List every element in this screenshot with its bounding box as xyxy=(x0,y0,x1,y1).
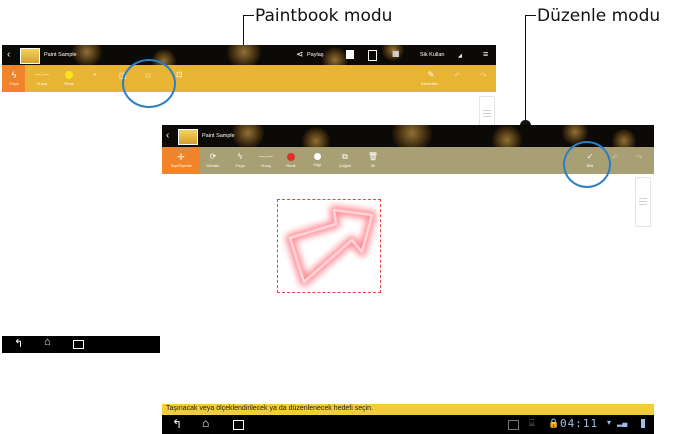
editmode-title: Paint Sample xyxy=(202,133,235,139)
paintbook-toolbar: ϟ Fırça —:— Vuruş Renk ✦ ◫ ⧉ ⊡ ✎ Düzenle… xyxy=(2,65,496,92)
color-swatch-icon xyxy=(65,71,73,79)
redo-icon[interactable]: ↷ xyxy=(480,71,487,80)
undo-icon[interactable]: ↶ xyxy=(454,71,461,80)
stroke-label: Vuruş xyxy=(36,81,48,86)
bokeh-light xyxy=(302,127,330,147)
trash-icon: 🗑 xyxy=(367,152,379,161)
signal-icon: ▂▄ xyxy=(617,420,628,427)
insert-image-icon[interactable]: ⊡ xyxy=(176,70,183,79)
move-scale-label: Taşı/Ölçekle xyxy=(170,163,192,168)
color-swatch-icon xyxy=(287,153,295,161)
selection-box[interactable] xyxy=(277,199,381,293)
redo-icon[interactable]: ↷ xyxy=(636,153,643,162)
stroke-size-icon: —:— xyxy=(259,154,273,160)
system-navigation-bar: ↰ ⌂ ⌸ 🔒 04:11 ▾ ▂▄ xyxy=(162,415,654,434)
rotate-icon: ⟳ xyxy=(209,152,217,161)
scroll-handle[interactable] xyxy=(635,177,651,227)
scroll-handle[interactable] xyxy=(479,96,495,128)
back-nav-icon[interactable]: ↰ xyxy=(172,417,182,431)
grid-view-icon[interactable]: ▦ xyxy=(392,49,400,58)
highlight-circle-insert xyxy=(122,59,176,108)
eraser-icon[interactable]: ✦ xyxy=(92,71,98,79)
export-icon[interactable] xyxy=(346,50,354,59)
dropdown-icon[interactable]: ◢ xyxy=(458,53,462,59)
stroke-size-icon: —:— xyxy=(35,72,49,78)
clock: 04:11 xyxy=(560,417,599,430)
rotate-tool[interactable]: ⟳ Döndür xyxy=(204,152,222,168)
share-icon[interactable]: ⋖ xyxy=(296,49,304,60)
lock-icon: 🔒 xyxy=(548,418,560,428)
bokeh-light xyxy=(232,125,264,147)
page-settings-icon[interactable] xyxy=(368,50,377,61)
status-message: Taşınacak veya ölçeklendirilecek ya da d… xyxy=(166,405,374,412)
bokeh-light xyxy=(492,125,522,147)
callout-edit-line-h xyxy=(525,15,536,16)
bokeh-light xyxy=(392,125,432,147)
paintbook-title-bar: ‹ Paint Sample ⋖ Paylaş ▦ Sik Kullan ◢ ≡ xyxy=(2,45,496,65)
move-scale-tool[interactable]: ✛ Taşı/Ölçekle xyxy=(164,152,198,168)
callout-paintbook-line-h xyxy=(243,15,254,16)
brush-icon: ϟ xyxy=(237,152,243,161)
overflow-menu-icon[interactable]: ≡ xyxy=(483,49,488,59)
eraser-label: Silgi xyxy=(313,162,321,167)
stroke-tool[interactable]: —:— Vuruş xyxy=(257,152,275,168)
color-tool[interactable]: Renk xyxy=(283,152,299,168)
move-arrows-icon: ✛ xyxy=(177,152,185,162)
bokeh-light xyxy=(612,129,636,147)
stroke-tool[interactable]: —:— Vuruş xyxy=(33,70,51,86)
battery-icon xyxy=(641,419,645,428)
back-icon[interactable]: ‹ xyxy=(166,130,169,142)
callout-edit-mode: Düzenle modu xyxy=(537,6,661,26)
recent-apps-icon[interactable] xyxy=(73,340,84,349)
delete-label: Sil xyxy=(370,163,376,168)
eraser-tool[interactable]: Silgi xyxy=(309,152,325,167)
color-label: Renk xyxy=(64,81,74,86)
brush-label: Fırça xyxy=(235,163,245,168)
delete-tool[interactable]: 🗑 Sil xyxy=(366,152,380,168)
edit-mode-button[interactable]: ✎ Düzenleh... xyxy=(418,70,444,86)
arrow-drawing xyxy=(285,205,377,287)
recent-apps-icon[interactable] xyxy=(233,420,244,430)
notebook-thumbnail-icon xyxy=(20,48,40,64)
user-menu-button[interactable]: Sik Kullan xyxy=(420,52,444,58)
edit-mode-label: Düzenleh... xyxy=(420,81,442,86)
bokeh-light xyxy=(227,45,261,65)
share-button[interactable]: Paylaş xyxy=(307,52,324,58)
duplicate-icon: ⧉ xyxy=(342,152,348,161)
brush-icon: ϟ xyxy=(11,70,17,80)
status-message-bar: Taşınacak veya ölçeklendirilecek ya da d… xyxy=(162,404,654,415)
duplicate-tool[interactable]: ⧉ Çoğalt xyxy=(336,152,354,168)
undo-icon[interactable]: ↶ xyxy=(612,153,619,162)
wifi-icon: ▾ xyxy=(607,418,612,427)
back-nav-icon[interactable]: ↰ xyxy=(14,337,23,350)
eraser-icon xyxy=(313,153,321,160)
home-nav-icon[interactable]: ⌂ xyxy=(202,416,209,430)
paintbook-title: Paint Sample xyxy=(44,52,77,58)
edit-pencil-icon: ✎ xyxy=(427,70,435,79)
rotate-label: Döndür xyxy=(206,163,220,168)
color-label: Renk xyxy=(286,163,296,168)
stroke-label: Vuruş xyxy=(260,163,272,168)
keyboard-icon: ⌸ xyxy=(529,418,535,428)
back-icon[interactable]: ‹ xyxy=(7,49,10,61)
color-tool[interactable]: Renk xyxy=(61,70,77,86)
bokeh-light xyxy=(322,47,348,65)
home-nav-icon[interactable]: ⌂ xyxy=(44,336,51,348)
paintbook-navigation-bar: ↰ ⌂ xyxy=(2,336,160,353)
callout-edit-line-v xyxy=(525,15,526,125)
brush-tool[interactable]: ϟ Fırça xyxy=(5,70,23,86)
brush-label: Fırça xyxy=(9,81,19,86)
callout-paintbook-mode: Paintbook modu xyxy=(255,6,393,26)
highlight-circle-done xyxy=(563,141,611,188)
duplicate-label: Çoğalt xyxy=(339,163,351,168)
screenshot-icon xyxy=(508,420,519,430)
notebook-thumbnail-icon xyxy=(178,129,198,145)
brush-tool[interactable]: ϟ Fırça xyxy=(232,152,248,168)
